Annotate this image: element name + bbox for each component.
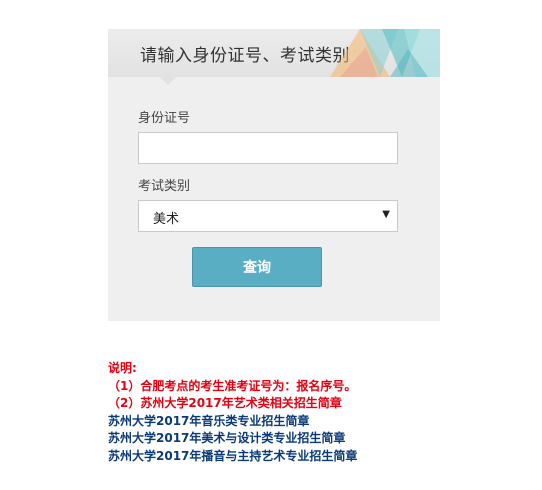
notes-line-1: （1）合肥考点的考生准考证号为：报名序号。	[108, 378, 357, 393]
notes-section: 说明: （1）合肥考点的考生准考证号为：报名序号。 （2）苏州大学2017年艺术…	[108, 360, 357, 465]
header-pointer	[160, 77, 176, 85]
id-number-input[interactable]	[138, 132, 398, 164]
exam-category-select[interactable]: 美术 ▼	[138, 200, 398, 232]
notes-line-2: （2）苏州大学2017年艺术类相关招生简章	[108, 396, 342, 410]
exam-category-value: 美术	[153, 212, 180, 227]
chevron-down-icon: ▼	[382, 209, 390, 220]
notes-heading: 说明:	[108, 361, 137, 375]
query-form-card: 请输入身份证号、考试类别 身份证号 考试类别 美术 ▼ 查询	[108, 29, 440, 321]
exam-category-label: 考试类别	[138, 179, 191, 194]
query-button[interactable]: 查询	[192, 247, 322, 287]
decorative-shapes	[330, 29, 440, 77]
form-header: 请输入身份证号、考试类别	[108, 29, 440, 77]
link-music-admissions[interactable]: 苏州大学2017年音乐类专业招生简章	[108, 413, 357, 431]
link-art-design-admissions[interactable]: 苏州大学2017年美术与设计类专业招生简章	[108, 430, 357, 448]
form-title: 请输入身份证号、考试类别	[140, 46, 350, 66]
id-number-label: 身份证号	[138, 111, 191, 126]
link-broadcasting-admissions[interactable]: 苏州大学2017年播音与主持艺术专业招生简章	[108, 448, 357, 466]
